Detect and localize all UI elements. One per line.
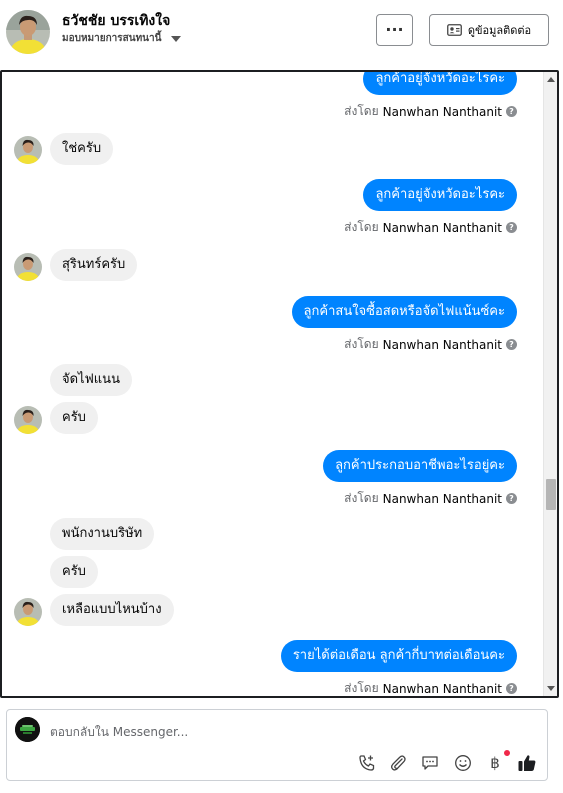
- sent-by-row: ส่งโดย Nanwhan Nanthanit ?: [344, 102, 517, 121]
- reply-composer: ฿: [6, 709, 548, 781]
- sent-by-agent[interactable]: Nanwhan Nanthanit: [383, 682, 502, 696]
- sent-by-prefix: ส่งโดย: [344, 220, 379, 234]
- scroll-up-arrow-icon[interactable]: [547, 77, 555, 82]
- view-contact-info-label: ดูข้อมูลติดต่อ: [467, 24, 532, 37]
- help-icon[interactable]: ?: [506, 222, 517, 233]
- sent-by-prefix: ส่งโดย: [344, 491, 379, 505]
- outgoing-message[interactable]: ลูกค้าประกอบอาชีพอะไรอยู่คะ: [323, 450, 517, 482]
- saved-reply-icon[interactable]: [419, 752, 441, 774]
- page-avatar: [15, 717, 40, 742]
- contact-avatar-small: [14, 253, 42, 281]
- help-icon[interactable]: ?: [506, 339, 517, 350]
- sent-by-agent[interactable]: Nanwhan Nanthanit: [383, 105, 502, 119]
- outgoing-message[interactable]: ลูกค้าสนใจซื้อสดหรือจัดไฟแน้นซ์คะ: [291, 296, 517, 328]
- incoming-message[interactable]: จัดไฟแนน: [50, 364, 132, 396]
- help-icon[interactable]: ?: [506, 493, 517, 504]
- contact-avatar-small: [14, 406, 42, 434]
- attachment-icon[interactable]: [387, 752, 409, 774]
- add-call-icon[interactable]: [356, 752, 378, 774]
- notification-dot: [504, 750, 510, 756]
- help-icon[interactable]: ?: [506, 106, 517, 117]
- outgoing-message[interactable]: ลูกค้าอยู่จังหวัดอะไรคะ: [363, 72, 517, 95]
- scrollbar-thumb[interactable]: [546, 479, 556, 510]
- sent-by-agent[interactable]: Nanwhan Nanthanit: [383, 338, 502, 352]
- payment-glyph: ฿: [490, 754, 500, 772]
- thread-scrollbar[interactable]: [543, 72, 557, 696]
- assign-conversation-dropdown[interactable]: มอบหมายการสนทนานี้: [62, 31, 182, 46]
- scroll-down-arrow-icon[interactable]: [547, 686, 555, 691]
- sent-by-row: ส่งโดย Nanwhan Nanthanit ?: [344, 679, 517, 696]
- contact-avatar-small: [14, 136, 42, 164]
- incoming-message[interactable]: สุรินทร์ครับ: [50, 249, 138, 281]
- incoming-message[interactable]: พนักงานบริษัท: [50, 518, 155, 550]
- contact-avatar[interactable]: [6, 10, 50, 54]
- help-icon[interactable]: ?: [506, 683, 517, 694]
- assign-label: มอบหมายการสนทนานี้: [62, 33, 162, 44]
- message-list: ลูกค้าอยู่จังหวัดอะไรคะ ส่งโดย Nanwhan N…: [2, 72, 545, 696]
- sent-by-agent[interactable]: Nanwhan Nanthanit: [383, 221, 502, 235]
- sent-by-agent[interactable]: Nanwhan Nanthanit: [383, 492, 502, 506]
- sent-by-row: ส่งโดย Nanwhan Nanthanit ?: [344, 489, 517, 508]
- more-options-button[interactable]: ···: [376, 14, 413, 46]
- incoming-message[interactable]: ใช่ครับ: [50, 133, 114, 165]
- message-thread[interactable]: ลูกค้าอยู่จังหวัดอะไรคะ ส่งโดย Nanwhan N…: [0, 70, 559, 698]
- incoming-message[interactable]: ครับ: [50, 402, 98, 434]
- outgoing-message[interactable]: ลูกค้าอยู่จังหวัดอะไรคะ: [363, 179, 517, 211]
- view-contact-info-button[interactable]: ดูข้อมูลติดต่อ: [429, 14, 549, 46]
- sent-by-row: ส่งโดย Nanwhan Nanthanit ?: [344, 335, 517, 354]
- emoji-icon[interactable]: [452, 752, 474, 774]
- contact-card-icon: [446, 24, 462, 36]
- sent-by-prefix: ส่งโดย: [344, 104, 379, 118]
- reply-input[interactable]: [50, 722, 510, 742]
- contact-name[interactable]: ธวัชชัย บรรเทิงใจ: [62, 10, 170, 32]
- more-dots-icon: ···: [385, 20, 404, 39]
- conversation-header: ธวัชชัย บรรเทิงใจ มอบหมายการสนทนานี้ ···…: [0, 0, 563, 70]
- incoming-message[interactable]: ครับ: [50, 556, 98, 588]
- caret-down-icon: [171, 35, 182, 42]
- sent-by-prefix: ส่งโดย: [344, 337, 379, 351]
- payment-icon[interactable]: ฿: [484, 750, 510, 774]
- contact-avatar-small: [14, 598, 42, 626]
- sent-by-prefix: ส่งโดย: [344, 681, 379, 695]
- incoming-message[interactable]: เหลือแบบไหนบ้าง: [50, 594, 174, 626]
- outgoing-message[interactable]: รายได้ต่อเดือน ลูกค้ากี่บาทต่อเดือนคะ: [280, 640, 517, 672]
- sent-by-row: ส่งโดย Nanwhan Nanthanit ?: [344, 218, 517, 237]
- like-icon[interactable]: [516, 752, 538, 774]
